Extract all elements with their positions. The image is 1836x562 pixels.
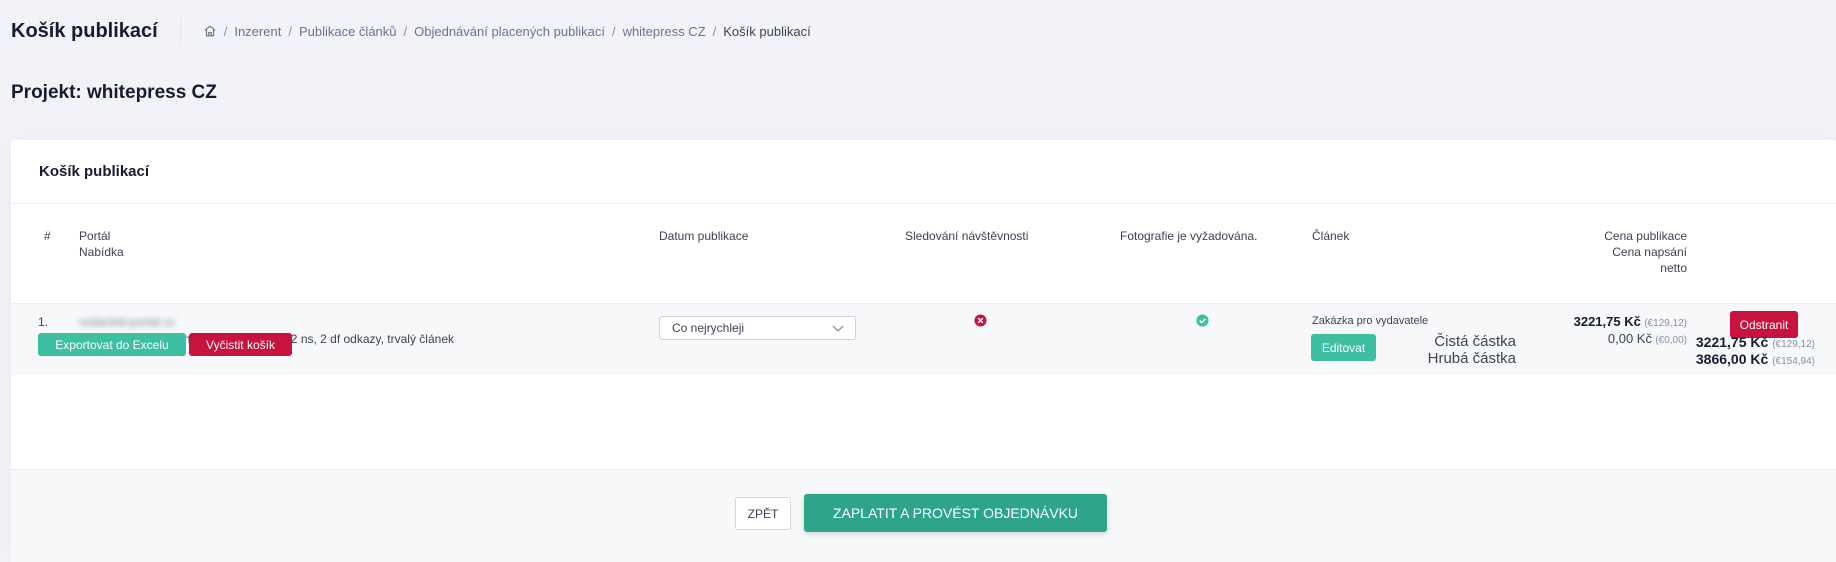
x-circle-icon bbox=[974, 314, 987, 327]
net-total-czk: 3221,75 Kč bbox=[1695, 334, 1769, 350]
column-header-portal: Portál bbox=[79, 229, 111, 243]
home-icon[interactable] bbox=[203, 24, 217, 38]
breadcrumb-separator: / bbox=[611, 23, 616, 39]
gross-total-czk: 3866,00 Kč bbox=[1695, 351, 1769, 367]
top-bar: Košík publikací / Inzerent / Publikace č… bbox=[0, 0, 1836, 62]
breadcrumb-item-inzerent[interactable]: Inzerent bbox=[234, 24, 281, 39]
project-title: Projekt: whitepress CZ bbox=[11, 82, 217, 103]
card-footer: ZPĚT ZAPLATIT A PROVÉST OBJEDNÁVKU bbox=[11, 469, 1836, 562]
publication-date-select[interactable]: Co nejrychleji bbox=[659, 316, 856, 340]
back-button[interactable]: ZPĚT bbox=[735, 497, 791, 530]
export-excel-button[interactable]: Exportovat do Excelu bbox=[38, 333, 186, 356]
column-header-tracking: Sledování návštěvnosti bbox=[905, 229, 1029, 243]
column-header-index: # bbox=[44, 229, 51, 243]
cart-card: Košík publikací # Portál Nabídka Datum p… bbox=[11, 140, 1836, 562]
net-total: 3221,75 Kč (€129,12) bbox=[1571, 334, 1815, 350]
net-total-label: Čistá částka bbox=[1434, 333, 1516, 350]
check-circle-icon bbox=[1196, 314, 1209, 327]
breadcrumb-item-objednavani[interactable]: Objednávání placených publikací bbox=[414, 24, 605, 39]
clear-cart-button[interactable]: Vyčistit košík bbox=[189, 333, 292, 356]
column-header-date: Datum publikace bbox=[659, 229, 749, 243]
breadcrumb-separator: / bbox=[223, 23, 228, 39]
column-header-price: Cena publikace bbox=[1604, 229, 1687, 243]
breadcrumb-separator: / bbox=[712, 23, 717, 39]
publication-date-value: Co nejrychleji bbox=[672, 321, 745, 335]
row-price-czk: 3221,75 Kč bbox=[1573, 314, 1641, 329]
column-header-article: Článek bbox=[1312, 229, 1350, 243]
breadcrumb-separator: / bbox=[403, 23, 408, 39]
pay-order-button[interactable]: ZAPLATIT A PROVÉST OBJEDNÁVKU bbox=[804, 494, 1107, 532]
page-title: Košík publikací bbox=[0, 17, 181, 45]
column-header-photo: Fotografie je vyžadována. bbox=[1120, 229, 1258, 243]
breadcrumb-item-current: Košík publikací bbox=[723, 23, 811, 39]
article-type: Zakázka pro vydavatele bbox=[1312, 315, 1429, 327]
column-header-offer: Nabídka bbox=[79, 245, 124, 259]
gross-total-label: Hrubá částka bbox=[1427, 350, 1516, 367]
card-title: Košík publikací bbox=[11, 140, 1836, 204]
breadcrumb-item-project[interactable]: whitepress CZ bbox=[623, 24, 706, 39]
row-price-eur: (€129,12) bbox=[1644, 318, 1687, 329]
chevron-down-icon bbox=[832, 325, 844, 332]
column-header-net: netto bbox=[1660, 261, 1687, 275]
column-header-writing-price: Cena napsání bbox=[1612, 245, 1687, 259]
row-portal: redacted-portal.cz bbox=[79, 315, 176, 329]
gross-total: 3866,00 Kč (€154,94) bbox=[1571, 351, 1815, 367]
net-total-eur: (€129,12) bbox=[1772, 339, 1815, 350]
row-index: 1. bbox=[38, 315, 49, 329]
breadcrumb-item-publikace[interactable]: Publikace článků bbox=[299, 24, 397, 39]
gross-total-eur: (€154,94) bbox=[1772, 356, 1815, 367]
breadcrumb-separator: / bbox=[288, 23, 292, 39]
breadcrumb: / Inzerent / Publikace článků / Objednáv… bbox=[181, 24, 811, 39]
edit-article-button[interactable]: Editovat bbox=[1311, 334, 1376, 361]
